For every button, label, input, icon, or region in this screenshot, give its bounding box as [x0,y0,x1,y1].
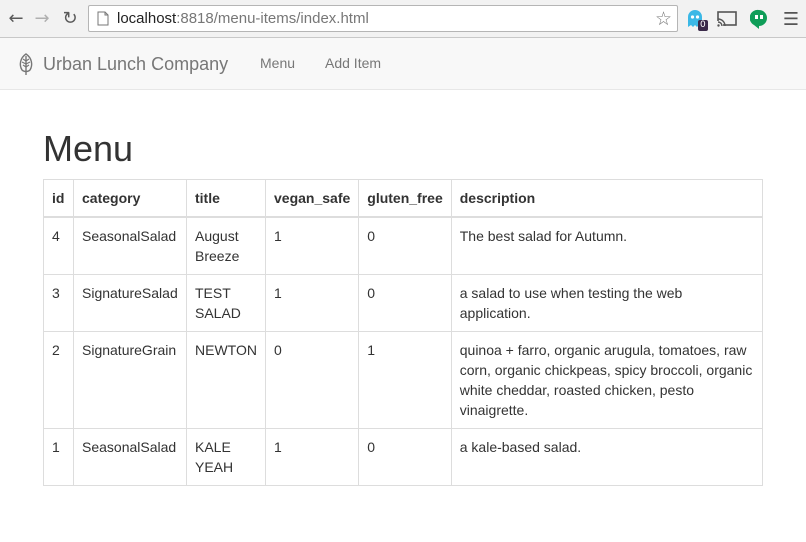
url-text: localhost:8818/menu-items/index.html [117,10,369,27]
table-row: 2 SignatureGrain NEWTON 0 1 quinoa + far… [43,331,764,429]
brand-link[interactable]: Urban Lunch Company [16,52,228,76]
cast-icon[interactable] [716,8,738,30]
cell-vegan-safe: 1 [264,274,360,332]
cell-gluten-free: 0 [358,216,452,275]
cell-description: The best salad for Autumn. [450,216,764,275]
cell-gluten-free: 0 [358,428,452,486]
table-header-row: id category title vegan_safe gluten_free… [43,179,764,218]
page-icon [97,11,109,26]
hangouts-icon[interactable] [748,8,770,30]
browser-toolbar: ← → ↻ localhost:8818/menu-items/index.ht… [0,0,806,38]
address-bar[interactable]: localhost:8818/menu-items/index.html ☆ [88,5,678,32]
cell-title: TEST SALAD [186,274,266,332]
cell-category: SignatureSalad [73,274,187,332]
page-title: Menu [43,128,134,169]
cell-id: 3 [43,274,74,332]
column-header-title: title [186,179,266,218]
column-header-category: category [73,179,187,218]
leaf-icon [19,53,33,75]
cell-description: a salad to use when testing the web appl… [450,274,764,332]
menu-items-table: id category title vegan_safe gluten_free… [43,179,764,486]
cell-description: a kale-based salad. [450,428,764,486]
brand-name: Urban Lunch Company [43,53,229,74]
cell-id: 1 [43,428,74,486]
forward-arrow-icon[interactable]: → [32,8,52,29]
column-header-vegan-safe: vegan_safe [264,179,360,218]
cell-vegan-safe: 0 [264,331,360,429]
cell-category: SignatureGrain [73,331,187,429]
nav-link-menu[interactable]: Menu [260,55,295,71]
cell-title: KALE YEAH [186,428,266,486]
nav-link-add-item[interactable]: Add Item [325,55,381,71]
ghost-extension-icon[interactable]: 0 [684,8,708,31]
star-icon[interactable]: ☆ [655,8,672,30]
cell-id: 4 [43,216,74,275]
cell-vegan-safe: 1 [264,428,360,486]
reload-icon[interactable]: ↻ [60,8,80,29]
back-arrow-icon[interactable]: ← [6,8,26,29]
cell-category: SeasonalSalad [73,216,187,275]
column-header-gluten-free: gluten_free [358,179,452,218]
table-row: 3 SignatureSalad TEST SALAD 1 0 a salad … [43,274,764,332]
cell-gluten-free: 0 [358,274,452,332]
table-row: 4 SeasonalSalad August Breeze 1 0 The be… [43,216,764,275]
column-header-description: description [450,179,764,218]
hamburger-menu-icon[interactable]: ☰ [780,8,802,30]
table-row: 1 SeasonalSalad KALE YEAH 1 0 a kale-bas… [43,428,764,486]
cell-vegan-safe: 1 [264,216,360,275]
cell-title: NEWTON [186,331,266,429]
cell-description: quinoa + farro, organic arugula, tomatoe… [450,331,764,429]
cell-gluten-free: 1 [358,331,452,429]
extension-badge: 0 [698,20,708,31]
column-header-id: id [43,179,74,218]
cell-title: August Breeze [186,216,266,275]
cell-id: 2 [43,331,74,429]
cell-category: SeasonalSalad [73,428,187,486]
navbar: Urban Lunch Company Menu Add Item [0,38,806,90]
